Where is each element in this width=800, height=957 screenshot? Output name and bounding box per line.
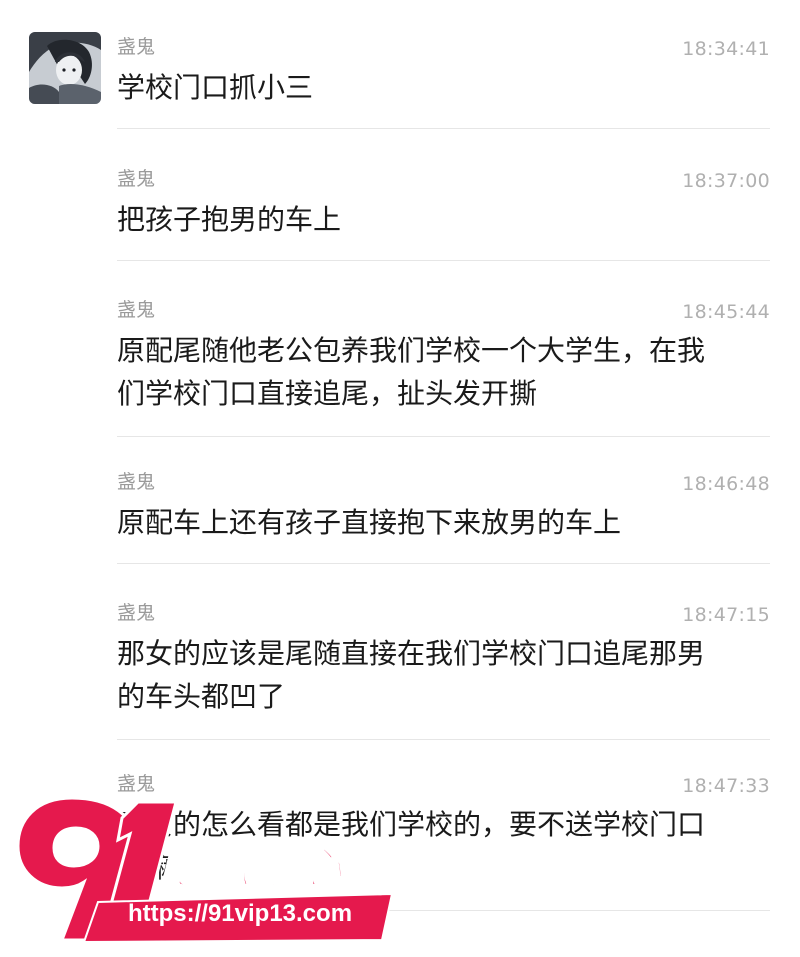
message-item[interactable]: 盏鬼 18:34:41 学校门口抓小三 (117, 36, 770, 106)
divider (117, 739, 770, 740)
message-time: 18:47:33 (682, 775, 770, 797)
message-time: 18:47:15 (682, 604, 770, 626)
sender-name: 盏鬼 (117, 36, 156, 58)
sender-name: 盏鬼 (117, 168, 156, 190)
message-time: 18:45:44 (682, 301, 770, 323)
message-text: 那女的应该是尾随直接在我们学校门口追尾那男 的车头都凹了 (117, 637, 706, 713)
avatar[interactable] (29, 32, 101, 104)
divider (117, 563, 770, 564)
divider (117, 260, 770, 261)
message-time: 18:46:48 (682, 473, 770, 495)
message-item[interactable]: 盏鬼 18:47:15 那女的应该是尾随直接在我们学校门口追尾那男 的车头都凹了 (117, 602, 770, 717)
sender-name: 盏鬼 (117, 299, 156, 321)
message-text: 原配尾随他老公包养我们学校一个大学生，在我 们学校门口直接追尾，扯头发开撕 (117, 334, 706, 410)
message-time: 18:37:00 (682, 170, 770, 192)
sender-name: 盏鬼 (117, 602, 156, 624)
sender-name: 盏鬼 (117, 471, 156, 493)
message-text: 学校门口抓小三 (117, 71, 314, 104)
message-item[interactable]: 盏鬼 18:46:48 原配车上还有孩子直接抱下来放男的车上 (117, 471, 770, 541)
message-text: 把孩子抱男的车上 (117, 203, 342, 236)
avatar-image (29, 32, 101, 104)
message-time: 18:34:41 (682, 38, 770, 60)
watermark-url: https://91vip13.com (127, 900, 353, 927)
message-text: 原配车上还有孩子直接抱下来放男的车上 (117, 506, 622, 539)
watermark: 吃瓜中心 https://91vip13.com (10, 790, 400, 950)
divider (117, 436, 770, 437)
watermark-title: 吃瓜中心 (159, 842, 344, 895)
divider (117, 128, 770, 129)
message-item[interactable]: 盏鬼 18:45:44 原配尾随他老公包养我们学校一个大学生，在我 们学校门口直… (117, 299, 770, 414)
message-item[interactable]: 盏鬼 18:37:00 把孩子抱男的车上 (117, 168, 770, 238)
